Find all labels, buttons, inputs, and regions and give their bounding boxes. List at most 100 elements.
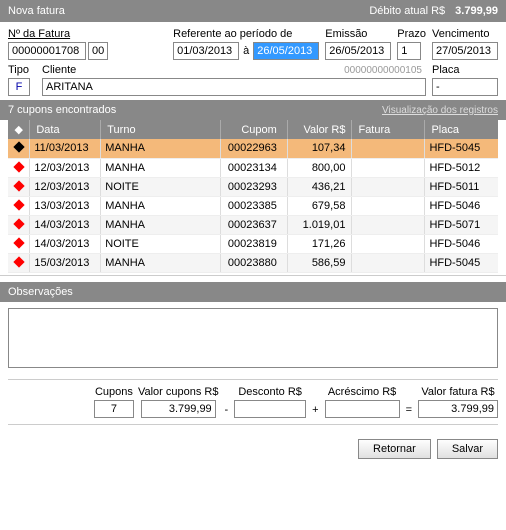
fatura-num-input[interactable] [8, 42, 86, 60]
ref-label: Referente ao período de [173, 28, 319, 40]
cell-data: 14/03/2013 [30, 234, 101, 253]
diamond-icon [13, 218, 24, 229]
table-row[interactable]: 11/03/2013MANHA00022963107,34HFD-5045 [8, 139, 498, 158]
diamond-icon [13, 237, 24, 248]
cell-valor: 107,34 [287, 139, 352, 158]
cell-fatura [352, 196, 425, 215]
valor-cupons-label: Valor cupons R$ [138, 386, 219, 398]
row-icon [8, 158, 30, 177]
diamond-icon [13, 161, 24, 172]
cell-turno: MANHA [101, 158, 221, 177]
vis-link[interactable]: Visualização dos registros [382, 105, 498, 116]
ref-sep: à [243, 45, 249, 57]
tipo-input[interactable] [8, 78, 30, 96]
cell-fatura [352, 253, 425, 272]
cell-placa: HFD-5045 [425, 253, 498, 272]
col-cupom[interactable]: Cupom [221, 120, 288, 139]
cell-cupom: 00023637 [221, 215, 288, 234]
placa-label: Placa [432, 64, 498, 76]
obs-textarea[interactable] [8, 308, 498, 368]
desconto[interactable] [234, 400, 306, 418]
list-count: 7 cupons encontrados [8, 104, 116, 116]
row-icon [8, 196, 30, 215]
salvar-button[interactable]: Salvar [437, 439, 498, 459]
list-header: 7 cupons encontrados Visualização dos re… [0, 100, 506, 120]
cupons-table: ◆ Data Turno Cupom Valor R$ Fatura Placa… [8, 120, 498, 273]
retornar-button[interactable]: Retornar [358, 439, 431, 459]
col-placa[interactable]: Placa [425, 120, 498, 139]
col-fatura[interactable]: Fatura [352, 120, 425, 139]
cell-data: 12/03/2013 [30, 177, 101, 196]
cell-cupom: 00023880 [221, 253, 288, 272]
obs-header: Observações [0, 282, 506, 302]
row-icon [8, 253, 30, 272]
debit-label: Débito atual R$ [369, 5, 445, 17]
cell-data: 13/03/2013 [30, 196, 101, 215]
cell-cupom: 00023385 [221, 196, 288, 215]
venc-label: Vencimento [432, 28, 498, 40]
venc-input[interactable] [432, 42, 498, 60]
minus-op: - [222, 404, 230, 416]
emissao-label: Emissão [325, 28, 391, 40]
cell-cupom: 00023293 [221, 177, 288, 196]
col-valor[interactable]: Valor R$ [287, 120, 352, 139]
cell-turno: NOITE [101, 177, 221, 196]
emissao-input[interactable] [325, 42, 391, 60]
cell-placa: HFD-5045 [425, 139, 498, 158]
fatura-seq-input[interactable] [88, 42, 108, 60]
header-bar: Nova fatura Débito atual R$ 3.799,99 [0, 0, 506, 22]
cell-placa: HFD-5071 [425, 215, 498, 234]
totals-row: Cupons Valor cupons R$ - Desconto R$ + A… [8, 379, 498, 425]
prazo-input[interactable] [397, 42, 421, 60]
acrescimo[interactable] [325, 400, 400, 418]
cell-turno: MANHA [101, 253, 221, 272]
ref-to-input[interactable]: 26/05/2013 [253, 42, 319, 60]
col-data[interactable]: Data [30, 120, 101, 139]
row-icon [8, 234, 30, 253]
cell-cupom: 00023134 [221, 158, 288, 177]
table-row[interactable]: 14/03/2013NOITE00023819171,26HFD-5046 [8, 234, 498, 253]
cell-fatura [352, 177, 425, 196]
cell-fatura [352, 234, 425, 253]
cliente-id: 00000000000105 [76, 65, 426, 76]
cell-placa: HFD-5012 [425, 158, 498, 177]
cell-turno: MANHA [101, 215, 221, 234]
row-icon [8, 139, 30, 158]
valor-fatura[interactable] [418, 400, 498, 418]
ref-from-input[interactable] [173, 42, 239, 60]
valor-cupons[interactable] [141, 400, 216, 418]
table-row[interactable]: 14/03/2013MANHA000236371.019,01HFD-5071 [8, 215, 498, 234]
diamond-icon [13, 256, 24, 267]
cliente-input[interactable] [42, 78, 426, 96]
cell-cupom: 00023819 [221, 234, 288, 253]
diamond-icon [13, 199, 24, 210]
prazo-label: Prazo [397, 28, 426, 40]
form-area: Nº da Fatura Referente ao período de à 2… [0, 22, 506, 96]
desconto-label: Desconto R$ [238, 386, 302, 398]
table-header-row: ◆ Data Turno Cupom Valor R$ Fatura Placa [8, 120, 498, 139]
cell-turno: MANHA [101, 196, 221, 215]
cell-valor: 436,21 [287, 177, 352, 196]
acrescimo-label: Acréscimo R$ [328, 386, 396, 398]
cell-valor: 1.019,01 [287, 215, 352, 234]
cell-fatura [352, 158, 425, 177]
obs-label: Observações [8, 286, 73, 298]
table-row[interactable]: 12/03/2013NOITE00023293436,21HFD-5011 [8, 177, 498, 196]
cell-fatura [352, 215, 425, 234]
cupons-total-label: Cupons [95, 386, 133, 398]
cell-turno: MANHA [101, 139, 221, 158]
cell-data: 12/03/2013 [30, 158, 101, 177]
debit-value: 3.799,99 [455, 5, 498, 17]
table-row[interactable]: 15/03/2013MANHA00023880586,59HFD-5045 [8, 253, 498, 272]
table-row[interactable]: 13/03/2013MANHA00023385679,58HFD-5046 [8, 196, 498, 215]
fatura-label: Nº da Fatura [8, 28, 108, 40]
col-icon[interactable]: ◆ [8, 120, 30, 139]
cell-placa: HFD-5046 [425, 234, 498, 253]
placa-input[interactable] [432, 78, 498, 96]
tipo-label: Tipo [8, 64, 36, 76]
cupons-total[interactable] [94, 400, 134, 418]
cell-valor: 679,58 [287, 196, 352, 215]
cell-valor: 800,00 [287, 158, 352, 177]
table-row[interactable]: 12/03/2013MANHA00023134800,00 HFD-5012 [8, 158, 498, 177]
col-turno[interactable]: Turno [101, 120, 221, 139]
